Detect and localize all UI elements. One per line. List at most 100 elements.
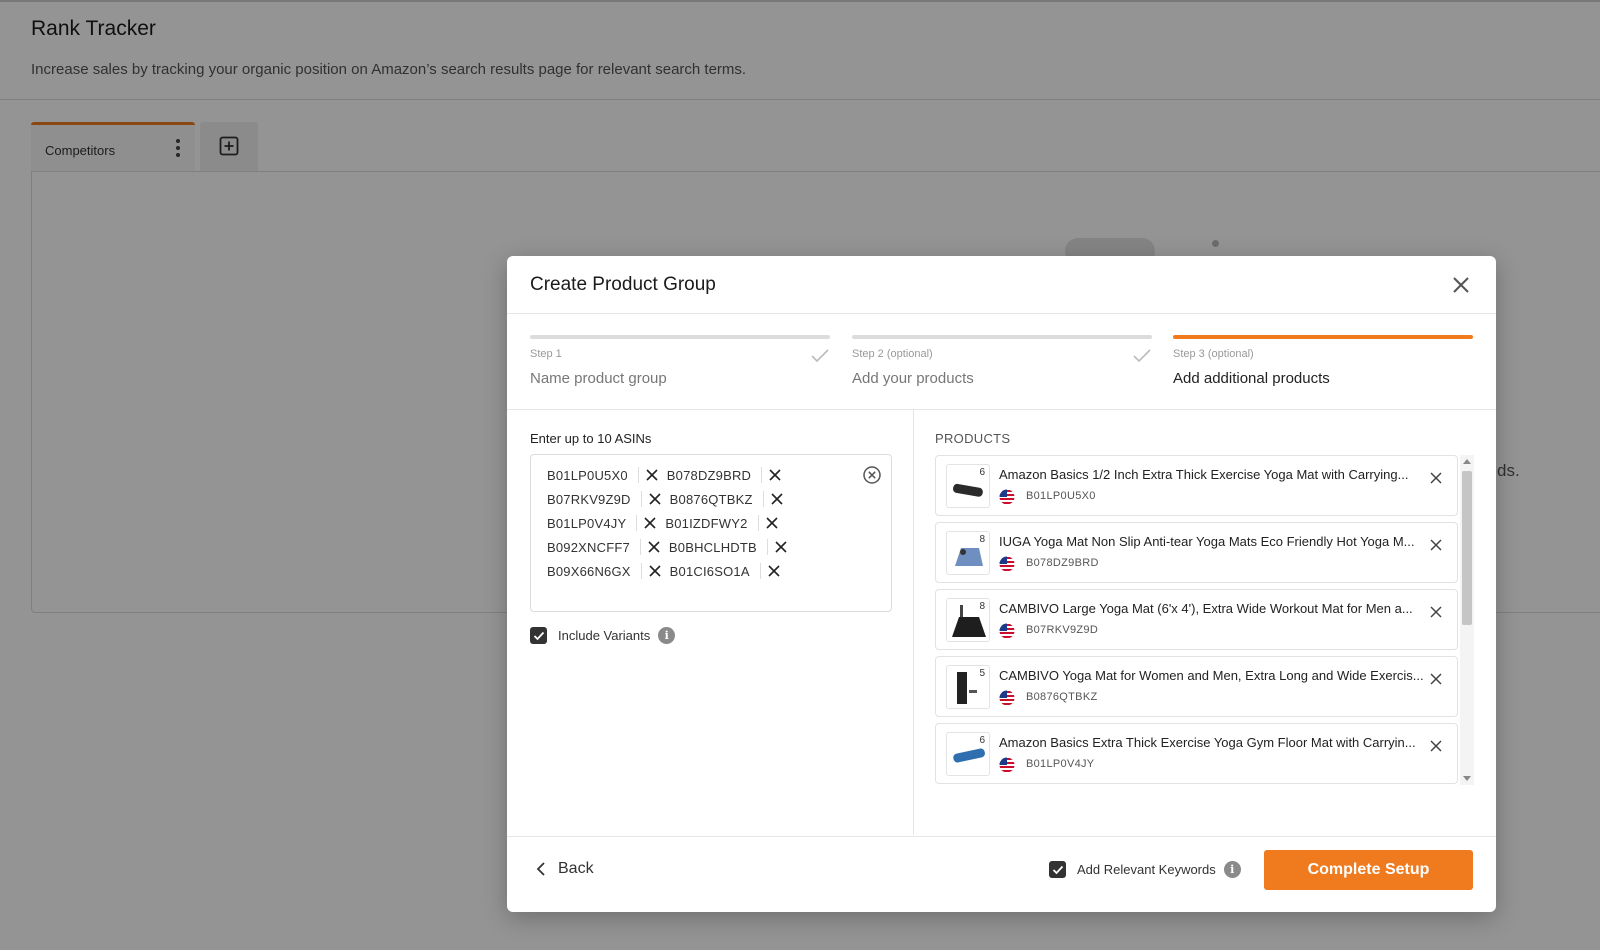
asin-chip: B01CI6SO1A xyxy=(670,561,781,581)
remove-asin-icon[interactable] xyxy=(648,492,662,506)
step-progress-bar xyxy=(852,335,1152,339)
product-thumbnail: 5 xyxy=(946,665,990,709)
asin-chip-text: B09X66N6GX xyxy=(547,563,631,579)
product-asin: B01LP0V4JY xyxy=(1026,758,1095,770)
product-title: IUGA Yoga Mat Non Slip Anti-tear Yoga Ma… xyxy=(999,534,1415,549)
back-button[interactable]: Back xyxy=(536,860,594,878)
asin-chip: B07RKV9Z9D xyxy=(547,489,662,509)
product-card: 6 Amazon Basics Extra Thick Exercise Yog… xyxy=(935,723,1458,784)
info-icon[interactable]: i xyxy=(1223,861,1241,878)
scroll-down-icon[interactable] xyxy=(1463,776,1471,781)
step-2: Step 2 (optional) Add your products xyxy=(852,335,1152,395)
step-number: Step 3 (optional) xyxy=(1173,348,1254,360)
stepper: Step 1 Name product group Step 2 (option… xyxy=(530,335,1473,395)
step-label: Add your products xyxy=(852,370,974,387)
step-progress-bar xyxy=(530,335,830,339)
check-icon xyxy=(811,349,829,363)
asin-chip-text: B07RKV9Z9D xyxy=(547,491,631,507)
remove-asin-icon[interactable] xyxy=(765,516,779,530)
asin-chip-text: B01CI6SO1A xyxy=(669,563,750,579)
add-relevant-keywords: Add Relevant Keywords i xyxy=(1049,861,1241,878)
variant-count: 8 xyxy=(979,534,985,545)
info-icon[interactable]: i xyxy=(658,627,676,644)
remove-asin-icon[interactable] xyxy=(770,492,784,506)
remove-asin-icon[interactable] xyxy=(645,468,659,482)
products-heading: PRODUCTS xyxy=(935,431,1011,446)
asin-chip: B01LP0V4JY xyxy=(547,513,657,533)
variant-count: 6 xyxy=(979,735,985,746)
product-card: 8 CAMBIVO Large Yoga Mat (6'x 4'), Extra… xyxy=(935,589,1458,650)
remove-product-icon[interactable] xyxy=(1429,605,1443,619)
asin-chip-text: B01IZDFWY2 xyxy=(665,515,748,531)
us-flag-icon xyxy=(999,757,1015,773)
remove-product-icon[interactable] xyxy=(1429,739,1443,753)
include-variants: Include Variants i xyxy=(530,627,676,644)
remove-asin-icon[interactable] xyxy=(768,468,782,482)
product-asin: B078DZ9BRD xyxy=(1026,557,1099,569)
step-number: Step 1 xyxy=(530,348,562,360)
include-variants-label: Include Variants xyxy=(558,628,651,643)
product-thumbnail: 6 xyxy=(946,732,990,776)
product-asin: B07RKV9Z9D xyxy=(1026,624,1099,636)
asin-chip: B0BHCLHDTB xyxy=(669,537,788,557)
product-title: Amazon Basics Extra Thick Exercise Yoga … xyxy=(999,735,1416,750)
remove-asin-icon[interactable] xyxy=(647,540,661,554)
step-label: Name product group xyxy=(530,370,667,387)
remove-asin-icon[interactable] xyxy=(767,564,781,578)
footer-divider xyxy=(507,836,1496,837)
variant-count: 5 xyxy=(979,668,985,679)
us-flag-icon xyxy=(999,690,1015,706)
chevron-left-icon xyxy=(536,862,545,876)
scroll-thumb[interactable] xyxy=(1462,471,1472,625)
remove-asin-icon[interactable] xyxy=(774,540,788,554)
clear-all-icon[interactable] xyxy=(862,465,882,485)
asin-input-label: Enter up to 10 ASINs xyxy=(530,431,652,446)
step-label: Add additional products xyxy=(1173,370,1330,387)
remove-asin-icon[interactable] xyxy=(643,516,657,530)
product-title: CAMBIVO Large Yoga Mat (6'x 4'), Extra W… xyxy=(999,601,1413,616)
close-icon xyxy=(1453,277,1469,293)
remove-product-icon[interactable] xyxy=(1429,538,1443,552)
product-asin: B0876QTBKZ xyxy=(1026,691,1098,703)
remove-asin-icon[interactable] xyxy=(648,564,662,578)
us-flag-icon xyxy=(999,556,1015,572)
asin-chip-text: B01LP0V4JY xyxy=(547,515,627,531)
product-list-scrollbar[interactable] xyxy=(1460,455,1474,785)
product-card: 8 IUGA Yoga Mat Non Slip Anti-tear Yoga … xyxy=(935,522,1458,583)
product-thumbnail: 8 xyxy=(946,531,990,575)
variant-count: 8 xyxy=(979,601,985,612)
step-3: Step 3 (optional) Add additional product… xyxy=(1173,335,1473,395)
product-title: CAMBIVO Yoga Mat for Women and Men, Extr… xyxy=(999,668,1424,683)
add-keywords-label: Add Relevant Keywords xyxy=(1077,862,1216,877)
add-keywords-checkbox[interactable] xyxy=(1049,861,1066,878)
asin-chip: B078DZ9BRD xyxy=(667,465,782,485)
product-card: 6 Amazon Basics 1/2 Inch Extra Thick Exe… xyxy=(935,455,1458,516)
scroll-up-icon[interactable] xyxy=(1463,459,1471,464)
asin-chip: B09X66N6GX xyxy=(547,561,662,581)
step-1: Step 1 Name product group xyxy=(530,335,830,395)
close-button[interactable] xyxy=(1450,274,1472,296)
checkmark-icon xyxy=(1052,865,1063,874)
us-flag-icon xyxy=(999,623,1015,639)
asin-row: B09X66N6GX B01CI6SO1A xyxy=(547,561,789,581)
us-flag-icon xyxy=(999,489,1015,505)
checkmark-icon xyxy=(533,631,544,640)
column-divider xyxy=(913,409,914,835)
create-product-group-modal: Create Product Group Step 1 Name product… xyxy=(507,256,1496,912)
asin-input[interactable]: B01LP0U5X0 B078DZ9BRD B07RKV9Z9D B0876QT… xyxy=(530,454,892,612)
remove-product-icon[interactable] xyxy=(1429,471,1443,485)
product-thumbnail: 8 xyxy=(946,598,990,642)
product-list: 6 Amazon Basics 1/2 Inch Extra Thick Exe… xyxy=(935,455,1474,785)
variant-count: 6 xyxy=(979,467,985,478)
asin-chip-text: B078DZ9BRD xyxy=(666,467,752,483)
asin-row: B01LP0V4JY B01IZDFWY2 xyxy=(547,513,787,533)
product-asin: B01LP0U5X0 xyxy=(1026,490,1096,502)
asin-row: B092XNCFF7 B0BHCLHDTB xyxy=(547,537,796,557)
asin-chip-text: B01LP0U5X0 xyxy=(547,467,628,483)
complete-setup-button[interactable]: Complete Setup xyxy=(1264,850,1473,890)
step-number: Step 2 (optional) xyxy=(852,348,933,360)
asin-chip-text: B0876QTBKZ xyxy=(669,491,753,507)
include-variants-checkbox[interactable] xyxy=(530,627,547,644)
product-title: Amazon Basics 1/2 Inch Extra Thick Exerc… xyxy=(999,467,1409,482)
remove-product-icon[interactable] xyxy=(1429,672,1443,686)
